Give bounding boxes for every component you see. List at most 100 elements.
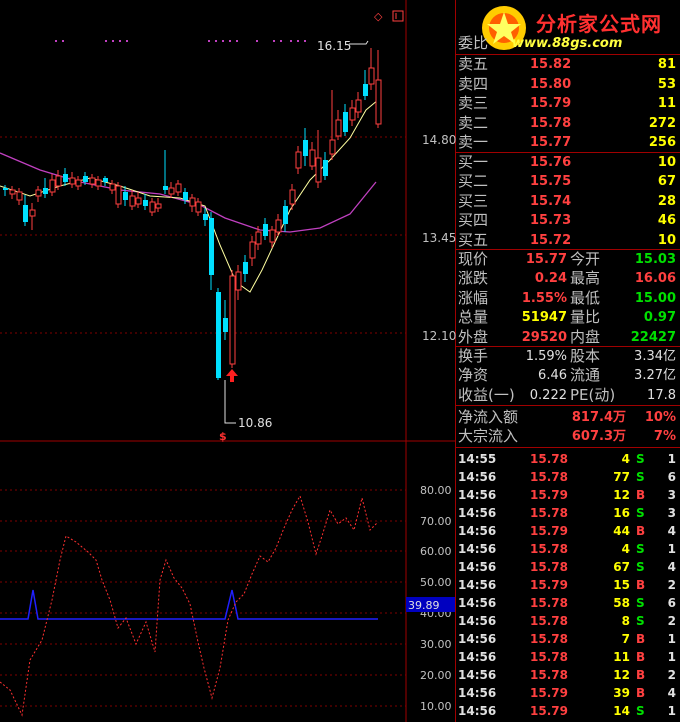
tick-count: 2 — [667, 668, 676, 682]
tick-time: 14:55 — [458, 452, 497, 466]
bid-price: 15.76 — [530, 155, 572, 170]
tick-volume: 11 — [613, 650, 630, 664]
tick-time: 14:56 — [458, 668, 497, 682]
tick-side: B — [636, 578, 646, 592]
quote-value: 16.06 — [634, 271, 676, 287]
tick-time: 14:56 — [458, 596, 497, 610]
fundamental-row: 收益(一) 0.222 PE(动) 17.8 — [456, 386, 680, 405]
tick-row[interactable]: 14:56 15.78 16 S 3 — [456, 504, 680, 522]
kline-chart[interactable]: 14.80 13.45 12.10 ◇ 16.15 10.86 $ 80.00 7… — [0, 0, 456, 722]
bid-row[interactable]: 买一 15.76 10 — [456, 153, 680, 172]
tick-row[interactable]: 14:56 15.78 12 B 2 — [456, 666, 680, 684]
tick-count: 3 — [667, 506, 676, 520]
bid-volume: 10 — [657, 232, 676, 248]
ask-row[interactable]: 卖五 15.82 81 — [456, 55, 680, 74]
bid-row[interactable]: 买二 15.75 67 — [456, 172, 680, 191]
fundamental-label: 净资 — [458, 366, 489, 385]
tick-row[interactable]: 14:56 15.78 7 B 1 — [456, 630, 680, 648]
tick-time: 14:56 — [458, 506, 497, 520]
tick-count: 4 — [667, 686, 676, 700]
tick-row[interactable]: 14:56 15.78 8 S 2 — [456, 612, 680, 630]
tick-price: 15.79 — [530, 524, 568, 538]
tick-volume: 12 — [613, 668, 630, 682]
bid-row[interactable]: 买五 15.72 10 — [456, 231, 680, 250]
bid-label: 买五 — [458, 230, 489, 249]
ask-row[interactable]: 卖四 15.80 53 — [456, 75, 680, 94]
tick-row[interactable]: 14:56 15.78 67 S 4 — [456, 558, 680, 576]
ask-row[interactable]: 卖三 15.79 11 — [456, 94, 680, 113]
flow-value: 607.3万 — [571, 429, 626, 444]
tick-count: 2 — [667, 614, 676, 628]
quote-value: 1.55% — [521, 290, 567, 306]
ask-price: 15.79 — [530, 96, 572, 112]
quote-label: 量比 — [570, 308, 601, 327]
tick-row[interactable]: 14:56 15.79 14 S 1 — [456, 702, 680, 720]
logo-title: 分析家公式网 — [536, 12, 662, 36]
diamond-icon[interactable]: ◇ — [374, 10, 383, 23]
tick-price: 15.78 — [530, 614, 568, 628]
tick-side: S — [636, 452, 645, 466]
low-price-marker: 10.86 — [238, 416, 272, 430]
tick-row[interactable]: 14:56 15.79 44 B 4 — [456, 522, 680, 540]
bid-row[interactable]: 买四 15.73 46 — [456, 211, 680, 230]
tick-volume: 7 — [621, 632, 630, 646]
quote-label: 内盘 — [570, 327, 601, 346]
bid-label: 买二 — [458, 172, 489, 191]
ask-price: 15.80 — [530, 76, 572, 92]
tick-row[interactable]: 14:56 15.78 11 B 1 — [456, 648, 680, 666]
chart-area[interactable]: 14.80 13.45 12.10 ◇ 16.15 10.86 $ 80.00 7… — [0, 0, 456, 722]
quote-label: 总量 — [458, 308, 489, 327]
bid-row[interactable]: 买三 15.74 28 — [456, 192, 680, 211]
candlesticks — [3, 48, 382, 380]
tick-price: 15.78 — [530, 668, 568, 682]
tick-row[interactable]: 14:56 15.79 15 B 2 — [456, 576, 680, 594]
tick-price: 15.79 — [530, 686, 568, 700]
quote-value: 0.24 — [534, 271, 567, 287]
flow-value: 817.4万 — [571, 410, 626, 425]
tick-side: B — [636, 668, 646, 682]
fundamental-value: 6.46 — [538, 368, 567, 384]
bid-label: 买四 — [458, 211, 489, 230]
tick-price: 15.78 — [530, 506, 568, 520]
ask-volume: 53 — [657, 76, 676, 92]
tick-row[interactable]: 14:56 15.78 58 S 6 — [456, 594, 680, 612]
quote-value: 29520 — [521, 329, 567, 345]
ask-volume: 81 — [657, 57, 676, 72]
bid-price: 15.75 — [530, 174, 572, 190]
ask-volume: 256 — [648, 135, 676, 151]
tick-side: S — [636, 560, 645, 574]
tick-row[interactable]: 14:56 15.79 39 B 4 — [456, 684, 680, 702]
quote-value: 15.03 — [634, 252, 676, 267]
ask-row[interactable]: 卖一 15.77 256 — [456, 133, 680, 152]
quote-row: 涨跌 0.24 最高 16.06 — [456, 269, 680, 288]
tick-row[interactable]: 14:56 15.79 12 B 3 — [456, 486, 680, 504]
bid-volume: 46 — [657, 213, 676, 229]
tick-side: S — [636, 542, 645, 556]
quote-value: 0.97 — [643, 310, 676, 326]
tick-volume: 4 — [621, 542, 630, 556]
ask-volume: 11 — [657, 96, 676, 112]
tick-volume: 44 — [613, 524, 630, 538]
ask-label: 卖五 — [458, 55, 489, 73]
tick-volume: 15 — [613, 578, 630, 592]
tick-volume: 8 — [621, 614, 630, 628]
tick-row[interactable]: 14:56 15.78 4 S 1 — [456, 540, 680, 558]
window-toggle-icon[interactable] — [392, 10, 404, 22]
quote-row: 现价 15.77 今开 15.03 — [456, 250, 680, 269]
tick-price: 15.78 — [530, 596, 568, 610]
tick-time: 14:56 — [458, 542, 497, 556]
ask-label: 卖一 — [458, 133, 489, 152]
tick-count: 1 — [667, 650, 676, 664]
tick-row[interactable]: 14:56 15.78 77 S 6 — [456, 468, 680, 486]
tick-row[interactable]: 14:55 15.78 4 S 1 — [456, 450, 680, 468]
fundamental-row: 换手 1.59% 股本 3.34亿 — [456, 347, 680, 366]
bid-price: 15.74 — [530, 193, 572, 209]
tick-price: 15.78 — [530, 542, 568, 556]
flow-row: 大宗流入 607.3万 7% — [456, 427, 680, 446]
fundamental-label: 股本 — [570, 347, 601, 365]
fundamental-label: 收益(一) — [458, 385, 515, 404]
ask-row[interactable]: 卖二 15.78 272 — [456, 114, 680, 133]
tick-count: 1 — [667, 452, 676, 466]
tick-side: S — [636, 470, 645, 484]
indicator-axis-label: 60.00 — [420, 545, 452, 558]
